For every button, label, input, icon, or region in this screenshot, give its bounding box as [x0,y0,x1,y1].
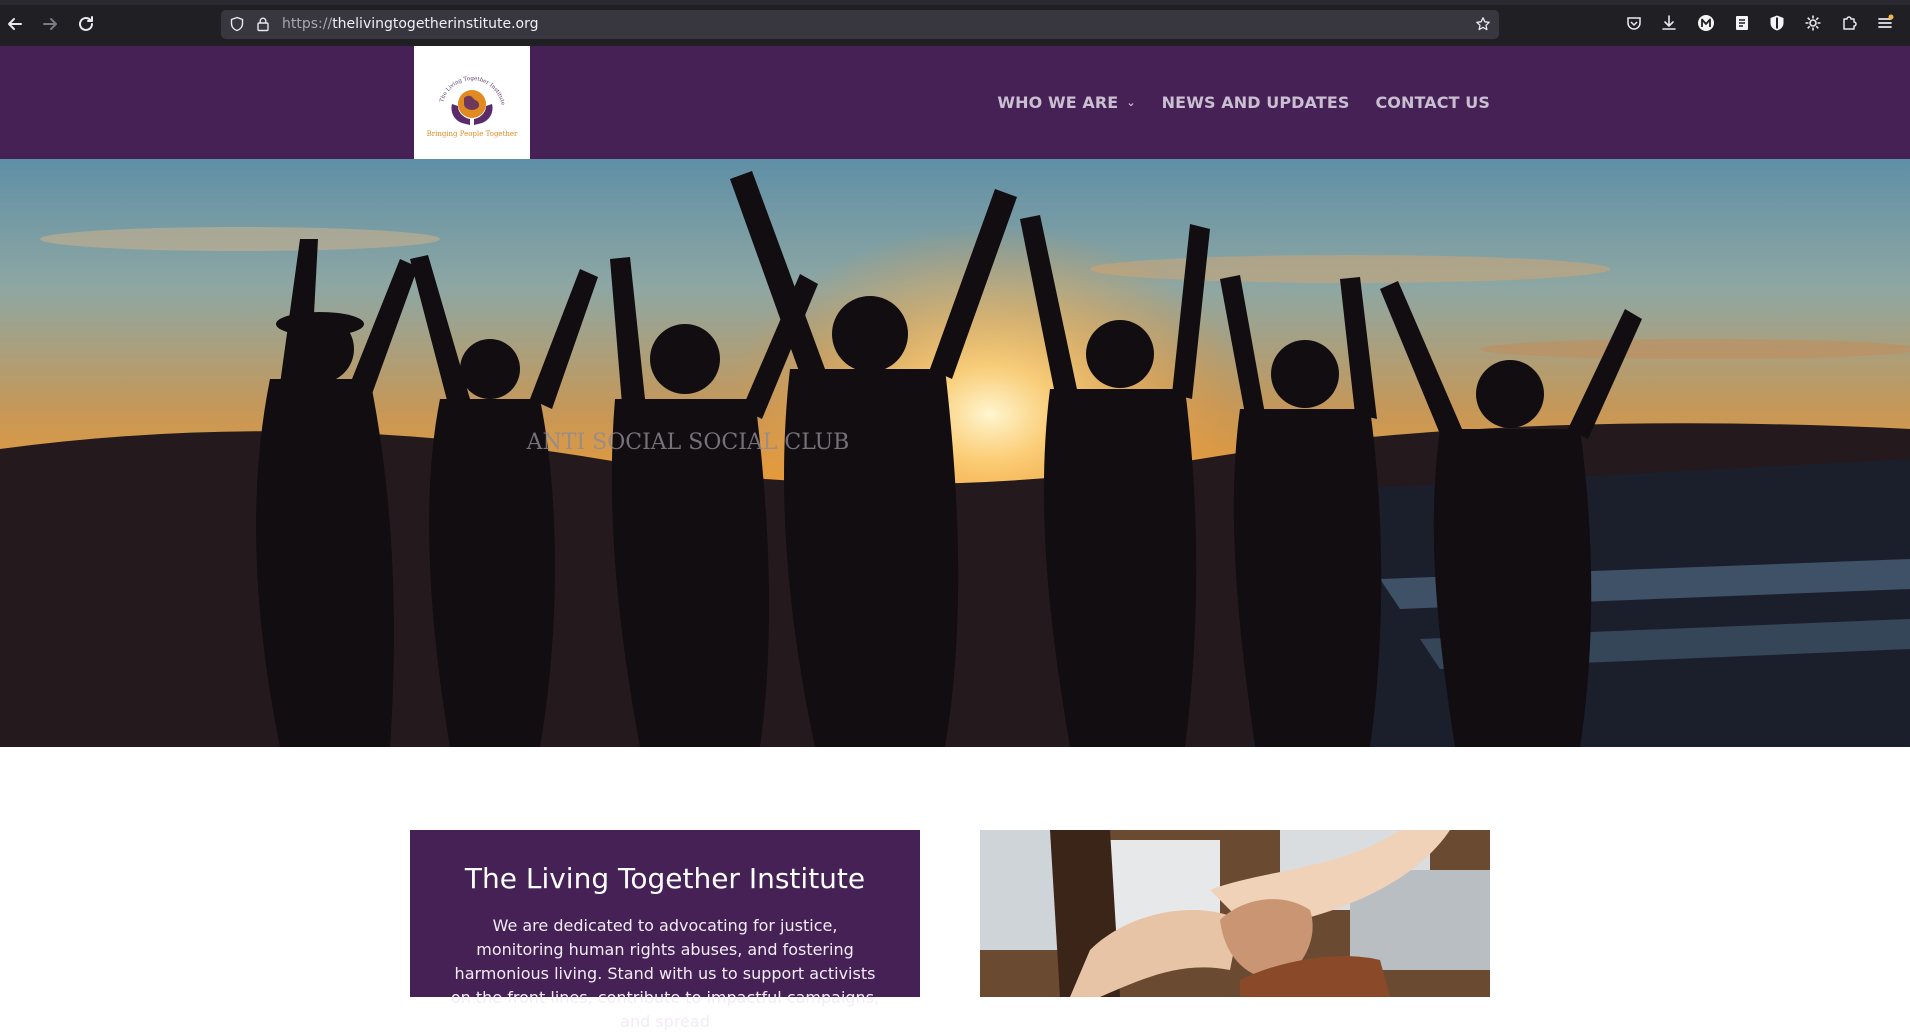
tab-strip [0,0,1910,5]
nav-who-we-are[interactable]: WHO WE ARE ⌄ [997,93,1135,112]
nav-contact-us[interactable]: CONTACT US [1375,93,1490,112]
intro-card: The Living Together Institute We are ded… [410,830,920,1031]
back-button[interactable] [2,11,28,37]
extension-gear-icon[interactable] [1804,14,1822,32]
intro-text: We are dedicated to advocating for justi… [450,915,880,1031]
forward-arrow-icon [43,18,57,30]
url-text[interactable]: https://thelivingtogetherinstitute.org [282,10,538,39]
browser-toolbar: https://thelivingtogetherinstitute.org [0,0,1910,47]
main-navigation: WHO WE ARE ⌄ NEWS AND UPDATES CONTACT US [997,46,1490,159]
logo-hands-globe-icon: The Living Together Institute Bringing P… [427,76,518,138]
lock-icon[interactable] [255,16,271,32]
extensions-puzzle-icon[interactable] [1840,14,1858,32]
hands-image [980,830,1490,997]
tracking-shield-icon[interactable] [229,16,245,32]
download-icon[interactable] [1660,14,1678,32]
chevron-down-icon: ⌄ [1126,96,1136,109]
nav-who-we-are-label: WHO WE ARE [997,93,1119,112]
hero-shirt-text: ANTI SOCIAL SOCIAL CLUB [526,430,850,455]
nav-news-label: NEWS AND UPDATES [1161,93,1350,112]
url-host: thelivingtogetherinstitute.org [332,16,539,32]
intro-title: The Living Together Institute [464,862,866,895]
hero-banner: ANTI SOCIAL SOCIAL CLUB [0,159,1910,747]
reload-icon [79,16,93,31]
reader-icon[interactable] [1733,14,1751,32]
forward-button[interactable] [37,11,63,37]
account-m-icon[interactable] [1697,14,1715,32]
url-protocol: https:// [282,16,333,32]
ublock-shield-icon[interactable] [1768,14,1786,32]
nav-contact-label: CONTACT US [1375,93,1490,112]
address-bar[interactable]: https://thelivingtogetherinstitute.org [221,10,1499,39]
nav-news-and-updates[interactable]: NEWS AND UPDATES [1162,93,1350,112]
logo-tagline: Bringing People Together [427,130,518,138]
site-header: The Living Together Institute Bringing P… [0,46,1910,159]
hands-together-photo [980,830,1490,997]
site-logo[interactable]: The Living Together Institute Bringing P… [414,46,530,159]
pocket-icon[interactable] [1625,14,1643,32]
hero-sunset-image: ANTI SOCIAL SOCIAL CLUB [0,159,1910,747]
menu-hamburger-icon[interactable] [1876,14,1894,32]
back-arrow-icon [8,18,22,30]
reload-button[interactable] [73,11,99,37]
bookmark-star-icon[interactable] [1475,16,1491,32]
